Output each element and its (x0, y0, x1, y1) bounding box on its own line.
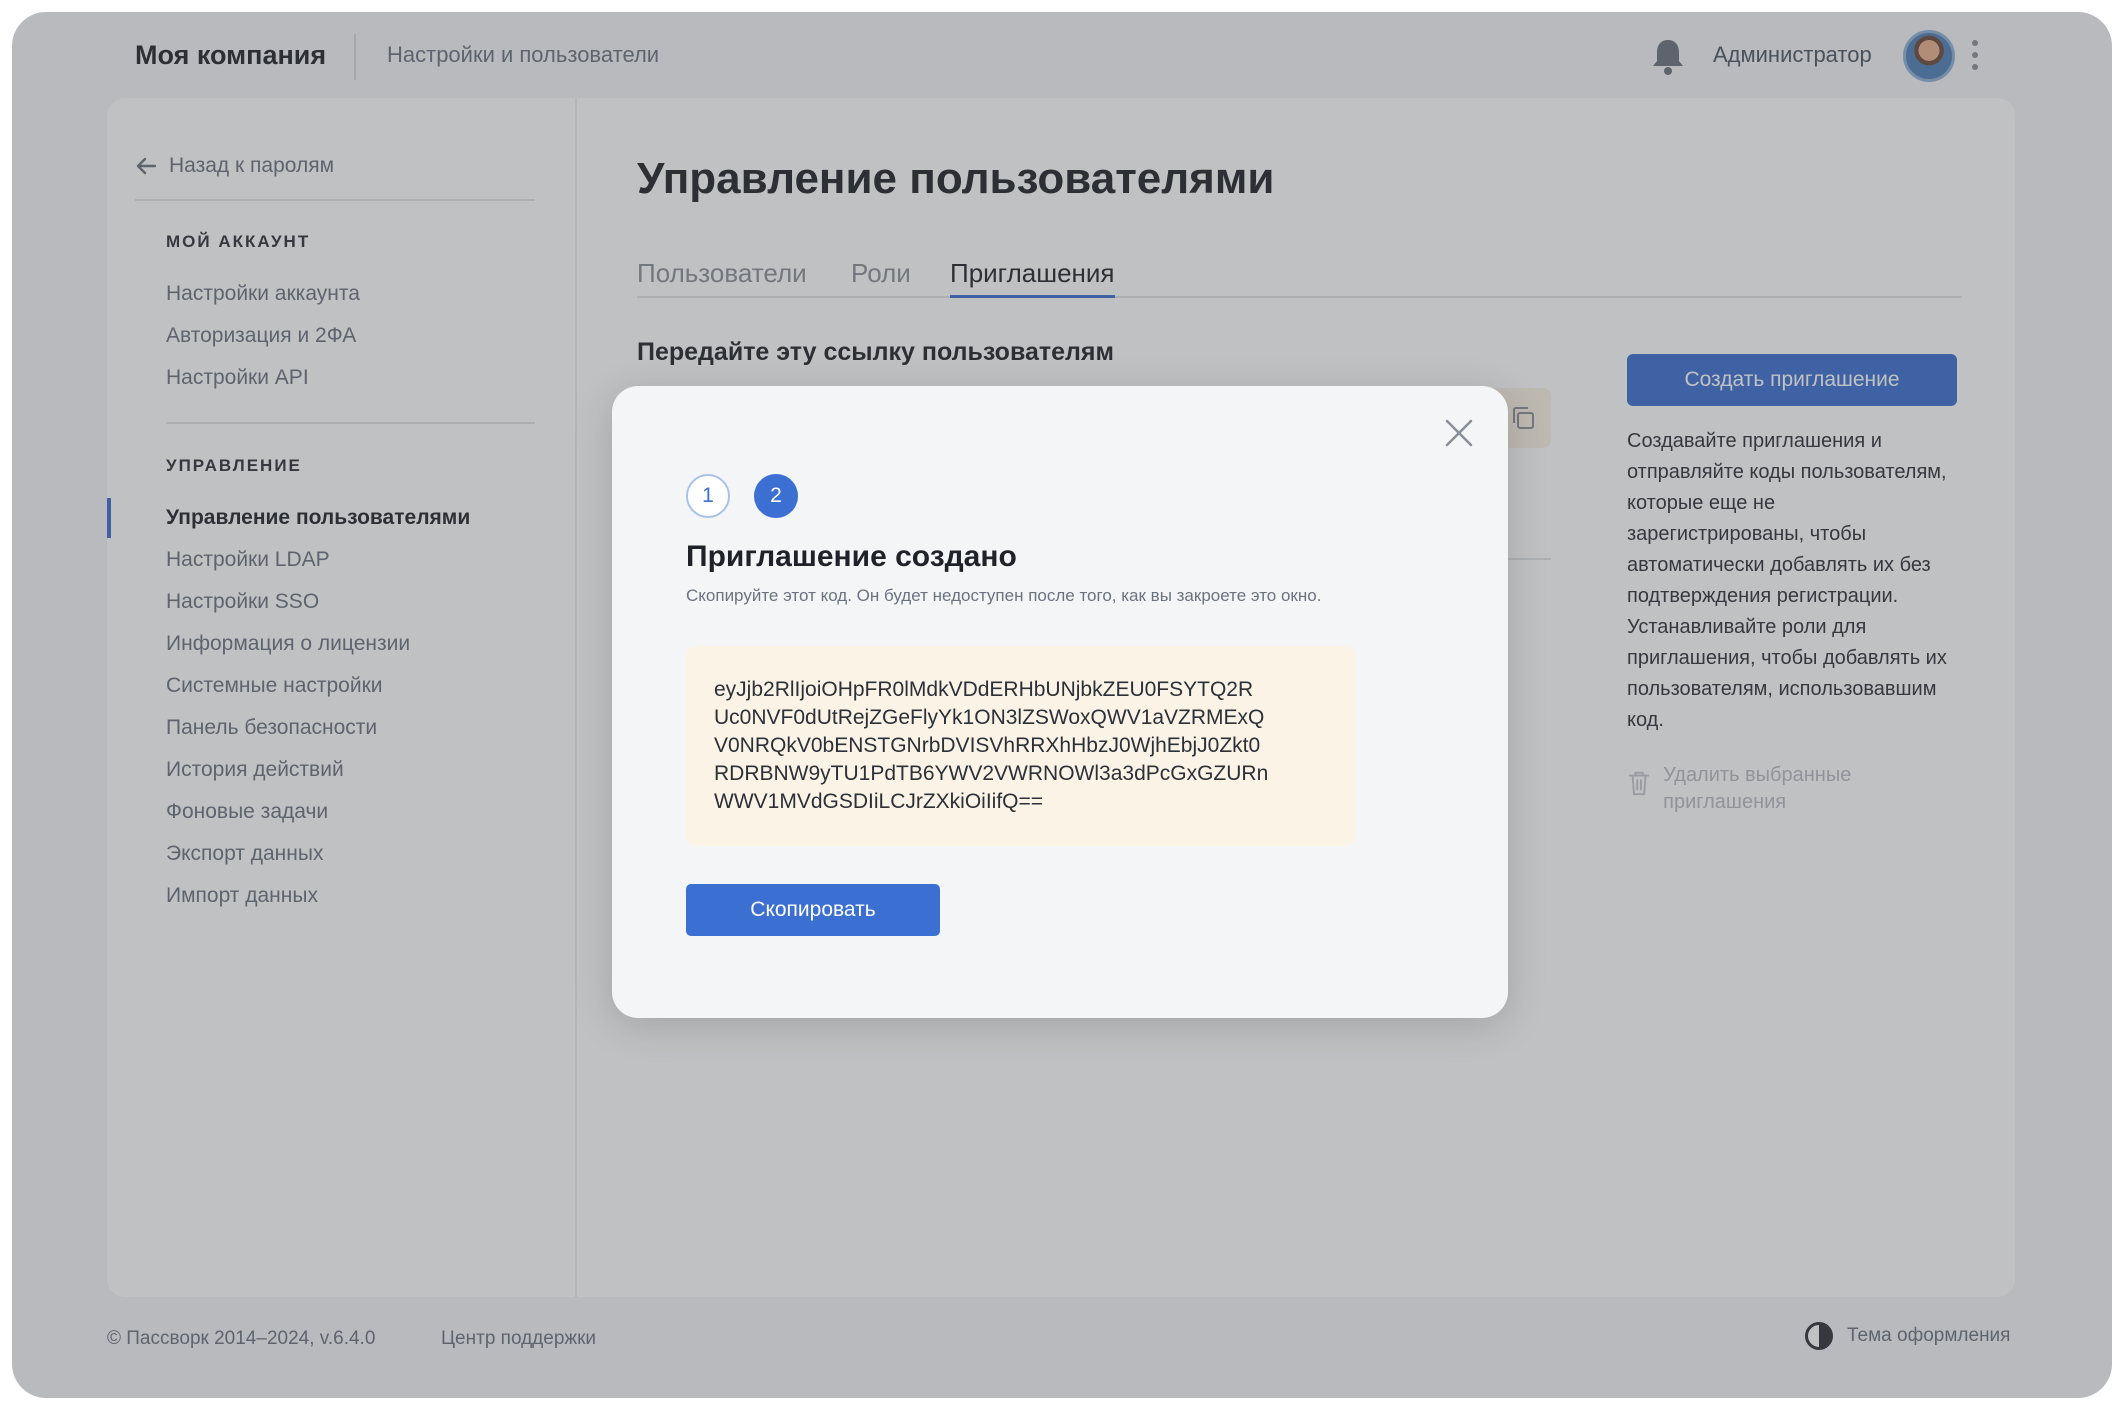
invitation-code-box[interactable]: eyJjb2RlIjoiOHpFR0lMdkVDdERHbUNjbkZEU0FS… (686, 646, 1356, 846)
code-line: V0NRQkV0bENSTGNrbDVISVhRRXhHbzJ0WjhEbjJ0… (714, 734, 1261, 757)
code-line: Uc0NVF0dUtRejZGeFlyYk1ON3lZSWoxQWV1aVZRM… (714, 706, 1265, 729)
app-window: Моя компания Настройки и пользователи Ад… (12, 12, 2112, 1398)
code-line: RDRBNW9yTU1PdTB6YWV2VWRNOWl3a3dPcGxGZURn (714, 762, 1269, 785)
modal-title: Приглашение создано (686, 540, 1017, 573)
close-icon[interactable] (1442, 416, 1476, 450)
code-line: WWV1MVdGSDIiLCJrZXkiOiIifQ== (714, 790, 1044, 813)
step-indicator-2: 2 (754, 474, 798, 518)
modal-subtitle: Скопируйте этот код. Он будет недоступен… (686, 586, 1322, 605)
code-line: eyJjb2RlIjoiOHpFR0lMdkVDdERHbUNjbkZEU0FS… (714, 678, 1254, 701)
invitation-created-modal: 1 2 Приглашение создано Скопируйте этот … (612, 386, 1508, 1018)
step-indicator-1: 1 (686, 474, 730, 518)
copy-code-button[interactable]: Скопировать (686, 884, 940, 936)
